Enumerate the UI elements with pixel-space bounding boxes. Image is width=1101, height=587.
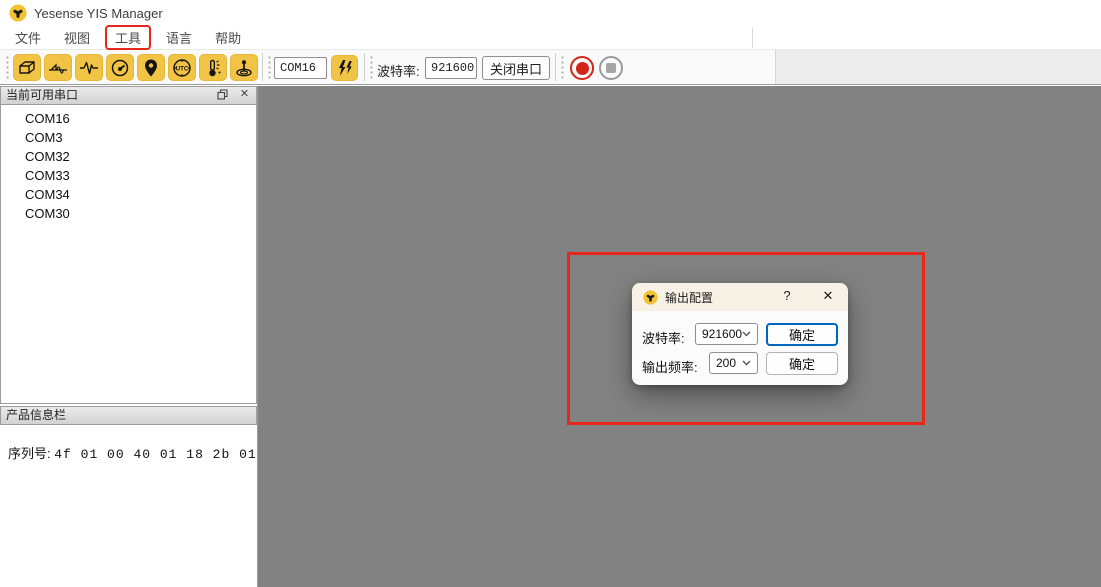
info-panel-title: 产品信息栏 xyxy=(6,408,66,422)
port-list-item[interactable]: COM16 xyxy=(1,109,256,128)
dialog-baud-label: 波特率: xyxy=(642,328,685,347)
baud-rate-label: 波特率: xyxy=(377,61,420,80)
toolbar-grip[interactable] xyxy=(370,55,373,80)
svg-text:UTC: UTC xyxy=(176,65,189,72)
gauge-icon xyxy=(109,57,131,79)
close-panel-button[interactable]: ✕ xyxy=(238,88,251,101)
tool-location-button[interactable] xyxy=(137,54,165,81)
restore-window-icon xyxy=(217,89,228,100)
toolbar-grip[interactable] xyxy=(561,55,564,80)
com-port-value: COM16 xyxy=(280,61,316,75)
port-list-item[interactable]: COM32 xyxy=(1,147,256,166)
toolbar-grip[interactable] xyxy=(6,55,9,80)
menu-view[interactable]: 视图 xyxy=(59,26,95,49)
menu-file[interactable]: 文件 xyxy=(10,26,46,49)
serial-number-label: 序列号: xyxy=(8,446,51,461)
record-icon xyxy=(576,62,589,75)
serial-number-row: 序列号: 4f 01 00 40 01 18 2b 01 xyxy=(8,443,257,462)
record-button[interactable] xyxy=(570,56,594,80)
port-list-item[interactable]: COM33 xyxy=(1,166,256,185)
available-ports-list: COM16 COM3 COM32 COM33 COM34 COM30 xyxy=(0,105,257,404)
dialog-freq-label: 输出频率: xyxy=(642,357,698,376)
title-bar: Yesense YIS Manager xyxy=(0,0,1101,26)
info-panel-header: 产品信息栏 xyxy=(0,406,257,425)
dialog-title-bar[interactable]: 输出配置 ? ✕ xyxy=(632,283,848,311)
ports-panel-title: 当前可用串口 xyxy=(6,88,78,102)
port-list-item[interactable]: COM30 xyxy=(1,204,256,223)
menu-language[interactable]: 语言 xyxy=(161,26,197,49)
stop-button[interactable] xyxy=(599,56,623,80)
baud-rate-select[interactable]: 921600 xyxy=(425,57,477,79)
dialog-baud-select[interactable]: 921600 xyxy=(695,323,758,345)
app-logo-icon xyxy=(643,290,658,305)
toolbar-separator xyxy=(555,53,556,81)
dialog-freq-ok-button[interactable]: 确定 xyxy=(766,352,838,375)
window-title: Yesense YIS Manager xyxy=(34,6,163,21)
float-panel-button[interactable] xyxy=(216,88,229,101)
dialog-freq-value: 200 xyxy=(716,356,736,370)
beacon-icon xyxy=(233,57,255,79)
close-serial-port-button[interactable]: 关闭串口 xyxy=(482,56,550,80)
chevron-down-icon xyxy=(742,331,751,337)
port-list-item[interactable]: COM3 xyxy=(1,128,256,147)
menu-bar: 文件 视图 工具 语言 帮助 xyxy=(0,26,1101,50)
dialog-baud-ok-button[interactable]: 确定 xyxy=(766,323,838,346)
baud-rate-value: 921600 xyxy=(431,61,474,75)
menu-help[interactable]: 帮助 xyxy=(210,26,246,49)
tool-3d-view-button[interactable] xyxy=(13,54,41,81)
toolbar-grip[interactable] xyxy=(268,55,271,80)
app-logo-icon xyxy=(9,4,27,22)
com-port-select[interactable]: COM16 xyxy=(274,57,327,79)
tool-pulse-wave-button[interactable] xyxy=(75,54,103,81)
left-dock-panel: 当前可用串口 ✕ COM16 COM3 COM32 COM33 COM34 CO… xyxy=(0,86,258,587)
port-list-item[interactable]: COM34 xyxy=(1,185,256,204)
stop-icon xyxy=(606,63,616,73)
product-info-body: 序列号: 4f 01 00 40 01 18 2b 01 软件版本号: YIS3… xyxy=(0,425,257,587)
toolbar xyxy=(0,50,1101,85)
tool-beacon-button[interactable] xyxy=(230,54,258,81)
toolbar-separator xyxy=(262,53,263,81)
tool-gauge-button[interactable] xyxy=(106,54,134,81)
utc-clock-icon: UTC xyxy=(171,57,193,79)
dialog-title: 输出配置 xyxy=(665,289,713,306)
app-window: Yesense YIS Manager 文件 视图 工具 语言 帮助 xyxy=(0,0,1101,587)
pulse-wave-icon xyxy=(78,57,100,79)
refresh-ports-button[interactable] xyxy=(331,55,358,81)
chevron-down-icon xyxy=(742,360,751,366)
thermometer-icon xyxy=(202,57,224,79)
ports-panel-header: 当前可用串口 ✕ xyxy=(0,86,257,105)
location-pin-icon xyxy=(140,57,162,79)
tool-temperature-button[interactable] xyxy=(199,54,227,81)
dialog-freq-select[interactable]: 200 xyxy=(709,352,758,374)
output-config-dialog: 输出配置 ? ✕ 波特率: 921600 确定 输出频率: 200 确定 xyxy=(632,283,848,385)
dialog-close-button[interactable]: ✕ xyxy=(818,288,838,306)
toolbar-separator xyxy=(364,53,365,81)
tool-utc-clock-button[interactable]: UTC xyxy=(168,54,196,81)
lightning-refresh-icon xyxy=(335,58,355,78)
dialog-help-button[interactable]: ? xyxy=(778,288,796,306)
dialog-baud-value: 921600 xyxy=(702,327,742,341)
cube-3d-icon xyxy=(16,57,38,79)
menubar-separator xyxy=(752,28,753,48)
tool-attitude-wave-button[interactable] xyxy=(44,54,72,81)
serial-number-value: 4f 01 00 40 01 18 2b 01 xyxy=(54,447,256,462)
menu-tools[interactable]: 工具 xyxy=(105,25,151,50)
attitude-wave-icon xyxy=(47,57,69,79)
